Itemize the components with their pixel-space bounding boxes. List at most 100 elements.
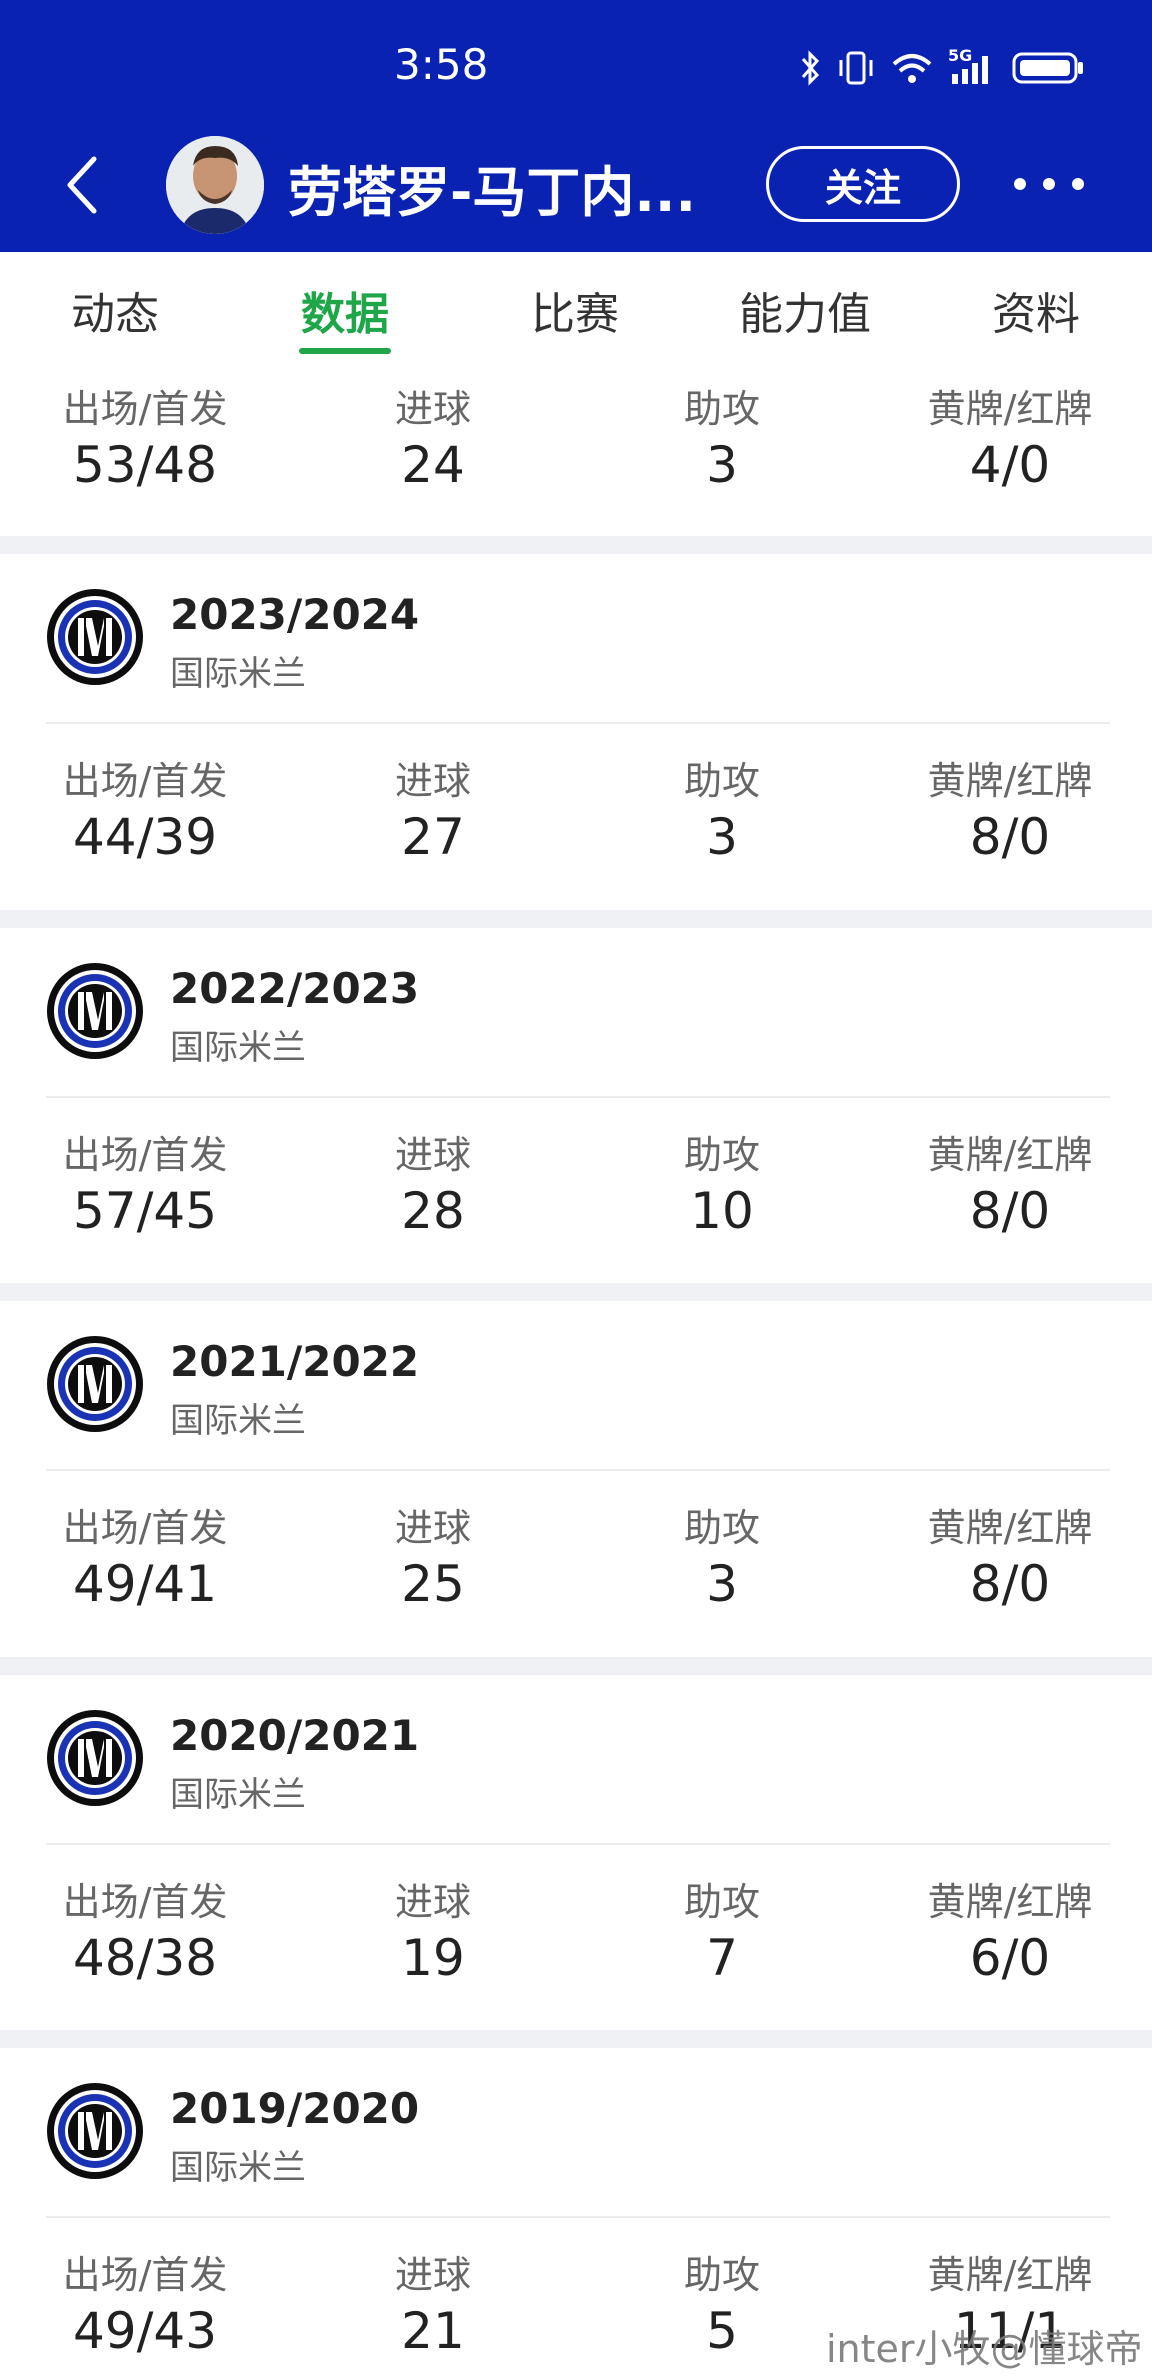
divider bbox=[46, 1469, 1110, 1471]
stat-value: 8/0 bbox=[969, 808, 1051, 866]
battery-icon bbox=[1012, 52, 1083, 84]
stat-value: 10 bbox=[690, 1182, 754, 1240]
player-photo bbox=[166, 136, 264, 234]
follow-button[interactable]: 关注 bbox=[766, 146, 960, 222]
stat-label: 黄牌/红牌 bbox=[927, 1880, 1093, 1924]
stat-label: 出场/首发 bbox=[62, 1880, 228, 1924]
season-header-2022-2023[interactable]: 2022/2023 国际米兰 bbox=[0, 928, 1152, 1078]
stat-cards: 黄牌/红牌 8/0 bbox=[928, 756, 1093, 868]
stat-apps: 出场/首发 57/45 bbox=[63, 1130, 228, 1242]
stat-label: 出场/首发 bbox=[62, 1133, 228, 1177]
tab-matches[interactable]: 比赛 bbox=[531, 278, 619, 342]
stat-label: 助攻 bbox=[683, 2253, 761, 2297]
season-label: 2023/2024 bbox=[170, 590, 420, 639]
more-dot-icon bbox=[1014, 178, 1026, 190]
stat-value: 53/48 bbox=[72, 436, 218, 494]
active-tab-indicator bbox=[299, 348, 391, 354]
stat-label: 助攻 bbox=[683, 1133, 761, 1177]
stat-value: 24 bbox=[401, 436, 465, 494]
stat-label: 出场/首发 bbox=[62, 1506, 228, 1550]
wifi-icon bbox=[892, 54, 932, 83]
tab-bar: 动态 数据 比赛 能力值 资料 bbox=[0, 252, 1152, 366]
club-name: 国际米兰 bbox=[170, 1028, 306, 1068]
stat-label: 进球 bbox=[394, 1133, 472, 1177]
player-name: 劳塔罗-马丁内... bbox=[288, 161, 696, 224]
stat-cards: 黄牌/红牌 6/0 bbox=[928, 1877, 1093, 1989]
season-label: 2019/2020 bbox=[170, 2084, 420, 2133]
stat-value: 44/39 bbox=[72, 808, 218, 866]
stat-apps: 出场/首发 49/41 bbox=[63, 1503, 228, 1615]
stat-assists: 助攻 3 bbox=[684, 756, 760, 868]
stat-goals: 进球 19 bbox=[395, 1877, 471, 1989]
section-gap bbox=[0, 910, 1152, 928]
inter-logo-icon bbox=[47, 2083, 143, 2179]
stat-value: 7 bbox=[706, 1929, 738, 1987]
stat-label: 进球 bbox=[394, 387, 472, 431]
section-gap bbox=[0, 536, 1152, 554]
inter-logo-icon bbox=[47, 1336, 143, 1432]
stat-assists: 助攻 3 bbox=[684, 1503, 760, 1615]
inter-logo-icon bbox=[47, 589, 143, 685]
signal-5g-icon: 5G bbox=[948, 46, 998, 86]
stat-label: 黄牌/红牌 bbox=[927, 1133, 1093, 1177]
divider bbox=[46, 1843, 1110, 1845]
chevron-left-icon bbox=[67, 156, 97, 214]
stat-value: 8/0 bbox=[969, 1555, 1051, 1613]
stat-goals: 进球 25 bbox=[395, 1503, 471, 1615]
divider bbox=[46, 722, 1110, 724]
season-label: 2022/2023 bbox=[170, 964, 420, 1013]
tab-data[interactable]: 数据 bbox=[301, 278, 389, 342]
stat-value: 28 bbox=[401, 1182, 465, 1240]
stat-label: 助攻 bbox=[683, 387, 761, 431]
stat-value: 8/0 bbox=[969, 1182, 1051, 1240]
season-header-2021-2022[interactable]: 2021/2022 国际米兰 bbox=[0, 1301, 1152, 1451]
stat-goals: 进球 27 bbox=[395, 756, 471, 868]
club-name: 国际米兰 bbox=[170, 1775, 306, 1815]
stat-cards: 黄牌/红牌 8/0 bbox=[928, 1503, 1093, 1615]
watermark: inter小牧@懂球帝 bbox=[826, 2327, 1143, 2371]
divider bbox=[46, 2216, 1110, 2218]
stat-assists: 助攻 3 bbox=[684, 384, 760, 496]
more-dot-icon bbox=[1072, 178, 1084, 190]
summary-stats: 出场/首发 53/48 进球 24 助攻 3 黄牌/红牌 4/0 bbox=[0, 384, 1152, 504]
stat-label: 黄牌/红牌 bbox=[927, 1506, 1093, 1550]
stat-value: 25 bbox=[401, 1555, 465, 1613]
tab-profile[interactable]: 资料 bbox=[992, 278, 1080, 342]
stat-value: 5 bbox=[706, 2302, 738, 2360]
season-header-2023-2024[interactable]: 2023/2024 国际米兰 bbox=[0, 554, 1152, 704]
season-header-2020-2021[interactable]: 2020/2021 国际米兰 bbox=[0, 1675, 1152, 1825]
player-avatar[interactable] bbox=[166, 136, 264, 234]
stat-label: 进球 bbox=[394, 2253, 472, 2297]
stat-label: 出场/首发 bbox=[62, 2253, 228, 2297]
stat-label: 进球 bbox=[394, 1880, 472, 1924]
stat-value: 3 bbox=[706, 1555, 738, 1613]
stat-apps: 出场/首发 48/38 bbox=[63, 1877, 228, 1989]
season-stats: 出场/首发 48/38 进球 19 助攻 7 黄牌/红牌 6/0 bbox=[0, 1877, 1152, 1997]
tab-dynamics[interactable]: 动态 bbox=[71, 278, 159, 342]
stat-value: 3 bbox=[706, 808, 738, 866]
stat-assists: 助攻 10 bbox=[684, 1130, 760, 1242]
stat-apps: 出场/首发 44/39 bbox=[63, 756, 228, 868]
more-dot-icon bbox=[1043, 178, 1055, 190]
app-header: 3:58 5G 劳塔罗-马丁内... 关注 bbox=[0, 0, 1152, 252]
season-stats: 出场/首发 44/39 进球 27 助攻 3 黄牌/红牌 8/0 bbox=[0, 756, 1152, 876]
club-name: 国际米兰 bbox=[170, 2148, 306, 2188]
stat-apps: 出场/首发 49/43 bbox=[63, 2250, 228, 2362]
club-name: 国际米兰 bbox=[170, 1401, 306, 1441]
stat-assists: 助攻 5 bbox=[684, 2250, 760, 2362]
section-gap bbox=[0, 2030, 1152, 2048]
stat-label: 助攻 bbox=[683, 759, 761, 803]
stat-label: 助攻 bbox=[683, 1880, 761, 1924]
stat-label: 黄牌/红牌 bbox=[927, 387, 1093, 431]
season-header-2019-2020[interactable]: 2019/2020 国际米兰 bbox=[0, 2048, 1152, 2198]
status-time: 3:58 bbox=[394, 40, 489, 89]
back-button[interactable] bbox=[58, 150, 106, 220]
more-options-button[interactable] bbox=[1014, 166, 1084, 202]
inter-logo-icon bbox=[47, 963, 143, 1059]
stat-label: 进球 bbox=[394, 759, 472, 803]
tab-ability[interactable]: 能力值 bbox=[739, 278, 871, 342]
stat-value: 21 bbox=[401, 2302, 465, 2360]
vibrate-icon bbox=[839, 51, 873, 85]
stat-label: 出场/首发 bbox=[62, 387, 228, 431]
inter-logo-icon bbox=[47, 1710, 143, 1806]
